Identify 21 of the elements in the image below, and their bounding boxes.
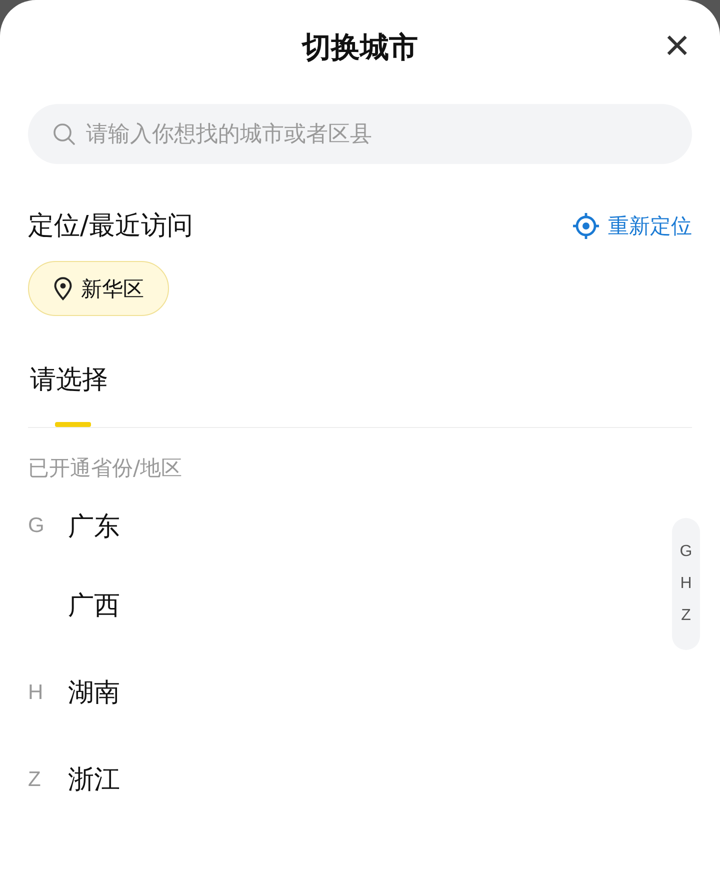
search-field[interactable]: 请输入你想找的城市或者区县 (28, 104, 692, 164)
close-button[interactable]: × (662, 24, 692, 68)
province-item[interactable]: 浙江 (68, 762, 120, 797)
province-item[interactable]: 广东 (68, 508, 120, 544)
index-bar-letter[interactable]: Z (681, 607, 691, 625)
list-subtitle: 已开通省份/地区 (28, 455, 184, 482)
index-letter: G (28, 514, 46, 538)
index-bar[interactable]: G H Z (672, 518, 700, 650)
location-chip[interactable]: 新华区 (28, 261, 169, 316)
index-letter: Z (28, 768, 42, 792)
relocate-button[interactable]: 重新定位 (572, 212, 692, 240)
province-item[interactable]: 湖南 (68, 675, 120, 710)
sheet-title: 切换城市 (302, 29, 418, 66)
index-bar-letter[interactable]: G (680, 543, 692, 561)
index-bar-letter[interactable]: H (680, 575, 692, 593)
section-heading: 定位/最近访问 (28, 210, 193, 243)
province-item[interactable]: 广西 (68, 588, 120, 623)
pin-icon (53, 276, 73, 300)
locate-icon (572, 212, 600, 240)
tab[interactable]: 请选择 (28, 362, 110, 427)
index-letter: H (28, 680, 44, 704)
